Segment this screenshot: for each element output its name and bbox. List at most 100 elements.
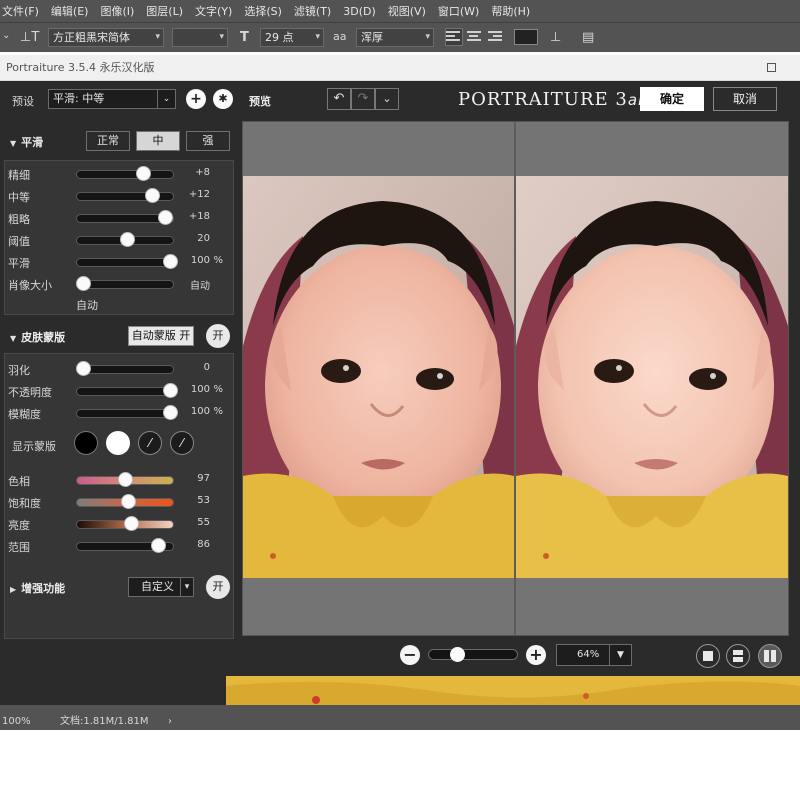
undo-icon[interactable]: ↶ <box>327 88 351 110</box>
mask-slider-1-knob[interactable] <box>163 383 179 398</box>
smoothing-slider-5-track[interactable] <box>75 276 174 291</box>
menu-file[interactable]: 文件(F) <box>0 3 45 19</box>
mask-slider-0-track[interactable] <box>75 361 174 376</box>
color-slider-0-value: 97 <box>197 473 210 484</box>
enhance-section-header[interactable]: ▶ 增强功能 <box>10 580 65 596</box>
status-chevron-right-icon[interactable]: › <box>168 714 172 730</box>
split-vertical-icon <box>764 650 769 662</box>
font-style-select[interactable]: ▾ <box>172 28 228 47</box>
color-slider-2-label: 亮度 <box>8 519 30 532</box>
color-slider-0-track[interactable] <box>76 472 174 487</box>
smoothing-slider-5-knob[interactable] <box>75 276 91 291</box>
align-right-icon[interactable] <box>486 29 502 45</box>
smoothing-title: 平滑 <box>21 136 44 149</box>
menu-3d[interactable]: 3D(D) <box>337 5 382 18</box>
color-slider-0-knob[interactable] <box>118 472 133 487</box>
redo-icon[interactable]: ↷ <box>351 88 375 110</box>
cancel-button[interactable]: 取消 <box>713 87 777 111</box>
mask-slider-1: 不透明度 100% <box>4 383 230 399</box>
smoothing-slider-2-knob[interactable] <box>158 210 174 225</box>
mode-normal-button[interactable]: 正常 <box>86 131 130 151</box>
white-background-icon[interactable] <box>106 431 130 455</box>
smoothing-slider-0-knob[interactable] <box>136 166 152 181</box>
mask-slider-0: 羽化 0 <box>4 361 230 377</box>
smoothing-slider-3-knob[interactable] <box>119 232 135 247</box>
single-view-button[interactable] <box>696 644 720 668</box>
zoom-out-button[interactable]: − <box>400 645 420 665</box>
smoothing-slider-0-track[interactable] <box>76 166 174 181</box>
antialias-select[interactable]: 浑厚 ▾ <box>356 28 434 47</box>
menu-filter[interactable]: 滤镜(T) <box>288 3 337 19</box>
color-slider-3-track[interactable] <box>76 538 174 553</box>
split-horizontal-button[interactable] <box>726 644 750 668</box>
smoothing-slider-1-knob[interactable] <box>144 188 160 203</box>
baby-photo-original <box>243 176 514 578</box>
color-slider-1-knob[interactable] <box>120 494 136 509</box>
menu-view[interactable]: 视图(V) <box>382 3 432 19</box>
text-orientation-icon[interactable]: ⊥T <box>20 30 39 45</box>
align-left-icon[interactable] <box>445 28 463 46</box>
ok-button[interactable]: 确定 <box>640 87 704 111</box>
mask-slider-1-track[interactable] <box>76 383 179 398</box>
gear-icon[interactable]: ✱ <box>213 89 233 109</box>
menu-help[interactable]: 帮助(H) <box>485 3 536 19</box>
smoothing-slider-3-track[interactable] <box>76 232 174 247</box>
enhance-toggle[interactable]: 开 <box>206 575 230 599</box>
font-size-select[interactable]: 29 点 ▾ <box>260 28 324 47</box>
smoothing-section-header[interactable]: ▼ 平滑 <box>10 134 43 150</box>
preset-select[interactable]: 平滑: 中等 ⌄ <box>48 89 176 109</box>
zoom-slider[interactable] <box>428 647 518 662</box>
menu-edit[interactable]: 编辑(E) <box>45 3 95 19</box>
black-background-icon[interactable] <box>74 431 98 455</box>
chevron-down-icon[interactable]: ⌄ <box>375 88 399 110</box>
character-panel-icon[interactable]: ▤ <box>582 30 594 45</box>
mode-medium-button[interactable]: 中 <box>136 131 180 151</box>
menu-window[interactable]: 窗口(W) <box>432 3 485 19</box>
color-slider-3-knob[interactable] <box>150 538 166 553</box>
preset-value: 平滑: 中等 <box>53 92 105 105</box>
menu-layer[interactable]: 图层(L) <box>140 3 189 19</box>
mask-slider-0-value: 0 <box>203 362 210 373</box>
menu-type[interactable]: 文字(Y) <box>189 3 238 19</box>
mode-strong-button[interactable]: 强 <box>186 131 230 151</box>
enhance-preset-value: 自定义 <box>141 580 174 593</box>
status-zoom: 100% <box>2 716 31 727</box>
mask-slider-2-unit: % <box>213 406 223 417</box>
preview-area[interactable] <box>242 121 789 636</box>
smoothing-slider-1-label: 中等 <box>8 191 30 204</box>
smoothing-slider-2-track[interactable] <box>76 210 174 225</box>
photoshop-status-bar: 100% 文档:1.81M/1.81M › <box>0 714 800 730</box>
mask-slider-2-knob[interactable] <box>163 405 179 420</box>
eyedropper-icon[interactable]: ⁄ <box>138 431 162 455</box>
color-slider-2-track[interactable] <box>76 516 174 531</box>
zoom-select[interactable]: 64% ▼ <box>556 644 632 666</box>
mask-slider-1-unit: % <box>213 384 223 395</box>
preview-label: 预览 <box>249 95 271 108</box>
text-color-swatch[interactable] <box>514 29 538 45</box>
chevron-down-icon[interactable]: ⌄ <box>2 30 10 41</box>
collapse-triangle-icon: ▼ <box>10 334 17 343</box>
maximize-icon[interactable] <box>767 63 776 72</box>
warp-text-icon[interactable]: ⊥ <box>550 30 561 45</box>
color-slider-1-track[interactable] <box>76 494 174 509</box>
mask-slider-2-track[interactable] <box>76 405 179 420</box>
antialias-icon: aa <box>333 30 347 43</box>
mask-slider-0-knob[interactable] <box>75 361 91 376</box>
skin-mask-section-header[interactable]: ▼ 皮肤蒙版 <box>10 329 65 345</box>
eyedropper-plus-icon[interactable]: ⁄ <box>170 431 194 455</box>
auto-mask-button[interactable]: 自动蒙版 开 <box>128 326 194 346</box>
skin-mask-toggle[interactable]: 开 <box>206 324 230 348</box>
zoom-slider-knob[interactable] <box>450 647 466 662</box>
zoom-in-button[interactable]: + <box>526 645 546 665</box>
align-center-icon[interactable] <box>466 29 482 45</box>
add-preset-button[interactable]: + <box>186 89 206 109</box>
split-vertical-button[interactable] <box>758 644 782 668</box>
menu-select[interactable]: 选择(S) <box>238 3 288 19</box>
menu-image[interactable]: 图像(I) <box>94 3 140 19</box>
smoothing-slider-4-knob[interactable] <box>163 254 179 269</box>
enhance-preset-select[interactable]: 自定义 ▾ <box>128 577 194 597</box>
color-slider-2-knob[interactable] <box>123 516 139 531</box>
smoothing-slider-4-track[interactable] <box>76 254 179 269</box>
font-family-select[interactable]: 方正粗黑宋简体 ▾ <box>48 28 164 47</box>
smoothing-slider-1-track[interactable] <box>76 188 174 203</box>
